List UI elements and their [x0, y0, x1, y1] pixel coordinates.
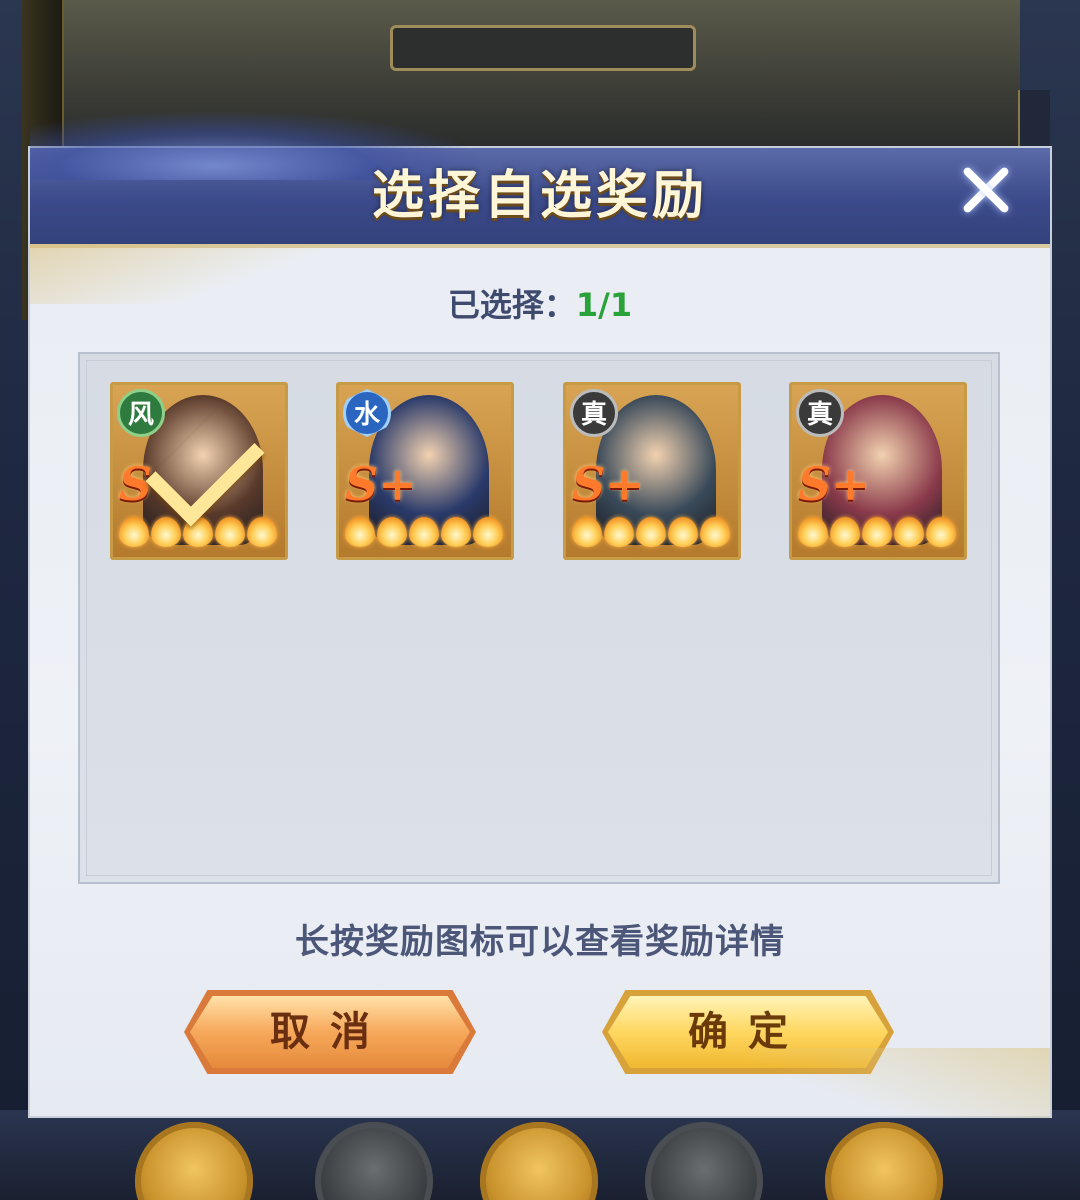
grade-label: S+ [798, 457, 870, 511]
reward-card[interactable]: 水 S+ [336, 382, 514, 560]
hint-text: 长按奖励图标可以查看奖励详情 [295, 922, 785, 962]
element-badge: 真 [796, 389, 844, 437]
star-rating [119, 517, 279, 551]
star-icon [636, 517, 666, 547]
reward-select-dialog: 选择自选奖励 已选择：1/1 风 S 水 S+ 真 S+ 真 S+ 长按奖励图标可以查看奖励详… [30, 110, 1050, 1118]
star-icon [830, 517, 860, 547]
reward-card[interactable]: 真 S+ [563, 382, 741, 560]
star-icon [119, 517, 149, 547]
star-icon [441, 517, 471, 547]
grade-label: S+ [345, 457, 417, 511]
star-icon [151, 517, 181, 547]
star-icon [377, 517, 407, 547]
element-badge: 真 [570, 389, 618, 437]
selection-label: 已选择： [447, 286, 576, 324]
star-icon [473, 517, 503, 547]
grade-label: S+ [572, 457, 644, 511]
star-rating [572, 517, 732, 551]
star-icon [409, 517, 439, 547]
footer-gold-ornament [750, 1048, 1050, 1118]
selection-status: 已选择：1/1 [30, 280, 1050, 326]
star-rating [798, 517, 958, 551]
star-icon [572, 517, 602, 547]
star-icon [215, 517, 245, 547]
star-icon [862, 517, 892, 547]
selection-count: 1/1 [575, 286, 633, 324]
star-icon [894, 517, 924, 547]
star-icon [345, 517, 375, 547]
dialog-header: 选择自选奖励 [30, 110, 1050, 248]
star-icon [926, 517, 956, 547]
dialog-title: 选择自选奖励 [371, 166, 708, 226]
close-icon[interactable] [958, 162, 1014, 218]
cancel-button[interactable]: 取消 [190, 996, 470, 1068]
star-icon [604, 517, 634, 547]
star-icon [798, 517, 828, 547]
star-icon [700, 517, 730, 547]
element-badge: 风 [117, 389, 165, 437]
star-icon [247, 517, 277, 547]
reward-grid: 风 S 水 S+ 真 S+ 真 S+ [78, 352, 1000, 884]
grade-label: S [119, 457, 153, 511]
reward-card[interactable]: 真 S+ [789, 382, 967, 560]
star-icon [668, 517, 698, 547]
reward-card[interactable]: 风S [110, 382, 288, 560]
star-rating [345, 517, 505, 551]
